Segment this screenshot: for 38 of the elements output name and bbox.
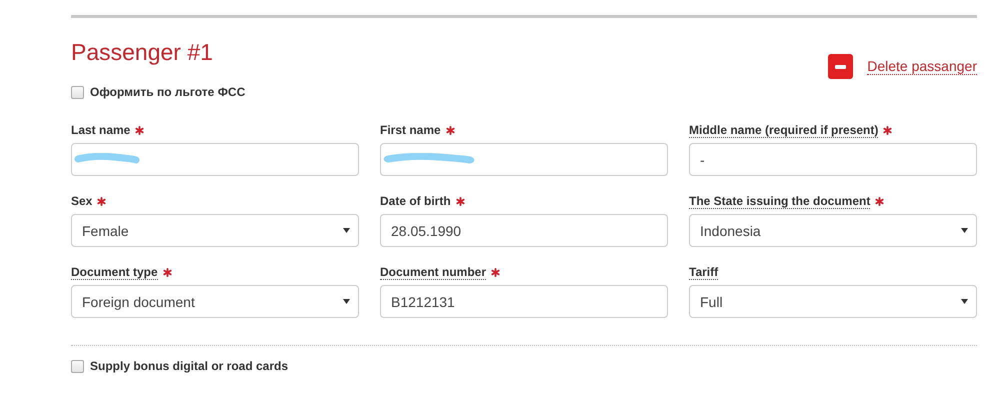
caret-icon [343, 228, 350, 233]
field-label: Tariff [689, 264, 718, 280]
checkbox-label: Supply bonus digital or road cards [90, 359, 288, 373]
input-field[interactable] [71, 143, 359, 176]
checkbox[interactable] [71, 360, 84, 372]
field-label: Document number [380, 264, 486, 280]
required-asterisk-icon [446, 126, 455, 134]
required-asterisk-icon [883, 126, 892, 134]
required-asterisk-icon [97, 196, 106, 206]
input-field[interactable]: B1212131 [380, 285, 668, 318]
delete-button[interactable] [828, 54, 854, 79]
required-asterisk-icon [162, 268, 172, 276]
checkbox-label: Оформить по льготе ФСС [90, 85, 246, 99]
required-asterisk-icon [135, 126, 144, 134]
required-asterisk-icon [875, 196, 884, 206]
input-field[interactable]: - [689, 143, 977, 176]
input-field[interactable] [380, 143, 668, 176]
dropdown[interactable]: Female [71, 214, 359, 247]
minus-icon [835, 64, 846, 68]
required-asterisk-icon [456, 196, 465, 206]
dropdown[interactable]: Indonesia [689, 214, 977, 247]
delete-passenger-link[interactable]: Delete passanger [867, 58, 977, 75]
input-field[interactable]: 28.05.1990 [380, 214, 668, 247]
caret-icon [961, 299, 968, 304]
field-label: Document type [71, 264, 158, 280]
field-label: Date of birth [380, 194, 451, 208]
caret-icon [961, 228, 968, 233]
field-label: Middle name (required if present) [689, 122, 878, 138]
field-label: The State issuing the document [689, 194, 870, 208]
field-label: Last name [71, 123, 130, 137]
dropdown[interactable]: Full [689, 285, 977, 318]
required-asterisk-icon [491, 268, 500, 276]
dropdown[interactable]: Foreign document [71, 285, 359, 318]
field-label: First name [380, 123, 441, 137]
passenger-title: Passenger #1 [71, 39, 213, 66]
checkbox[interactable] [71, 86, 84, 98]
field-label: Sex [71, 194, 92, 208]
caret-icon [343, 299, 350, 304]
